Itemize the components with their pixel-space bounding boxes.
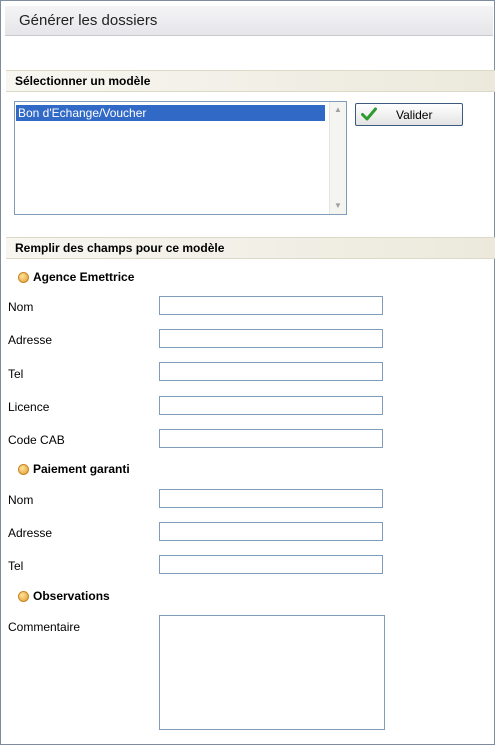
- validate-button[interactable]: Valider: [355, 103, 463, 126]
- fields-section-title: Remplir des champs pour ce modèle: [15, 241, 225, 255]
- title-bar: Générer les dossiers: [5, 6, 493, 36]
- field-label-adresse: Adresse: [8, 526, 53, 540]
- commentaire-textarea[interactable]: [159, 615, 385, 730]
- scroll-down-arrow-icon[interactable]: ▼: [330, 198, 346, 214]
- page-title: Générer les dossiers: [19, 12, 158, 29]
- checkmark-icon: [361, 107, 377, 121]
- model-section-header: Sélectionner un modèle: [6, 70, 495, 92]
- model-listbox[interactable]: Bon d'Echange/Voucher ▲ ▼: [14, 101, 347, 215]
- model-list-item-selected[interactable]: Bon d'Echange/Voucher: [16, 105, 325, 121]
- paiement-tel-input[interactable]: [159, 555, 383, 574]
- bullet-icon: [18, 591, 29, 602]
- field-label-licence: Licence: [8, 400, 50, 414]
- agence-tel-input[interactable]: [159, 362, 383, 381]
- group-title: Observations: [33, 589, 110, 603]
- model-section-title: Sélectionner un modèle: [15, 74, 151, 88]
- group-title: Paiement garanti: [33, 462, 130, 476]
- paiement-nom-input[interactable]: [159, 489, 383, 508]
- field-label-adresse: Adresse: [8, 333, 53, 347]
- bullet-icon: [18, 272, 29, 283]
- window-frame: Générer les dossiers Sélectionner un mod…: [0, 0, 495, 745]
- field-label-nom: Nom: [8, 493, 34, 507]
- group-title: Agence Emettrice: [33, 270, 135, 284]
- agence-licence-input[interactable]: [159, 396, 383, 415]
- fields-section-header: Remplir des champs pour ce modèle: [6, 237, 495, 259]
- listbox-scrollbar[interactable]: ▲ ▼: [329, 102, 346, 214]
- agence-adresse-input[interactable]: [159, 329, 383, 348]
- bullet-icon: [18, 464, 29, 475]
- field-label-nom: Nom: [8, 300, 34, 314]
- field-label-commentaire: Commentaire: [8, 620, 81, 634]
- field-label-code-cab: Code CAB: [8, 433, 65, 447]
- field-label-tel: Tel: [8, 559, 24, 573]
- field-label-tel: Tel: [8, 367, 24, 381]
- scroll-up-arrow-icon[interactable]: ▲: [330, 102, 346, 118]
- agence-nom-input[interactable]: [159, 296, 383, 315]
- validate-button-label: Valider: [396, 108, 433, 122]
- paiement-adresse-input[interactable]: [159, 522, 383, 541]
- agence-code-cab-input[interactable]: [159, 429, 383, 448]
